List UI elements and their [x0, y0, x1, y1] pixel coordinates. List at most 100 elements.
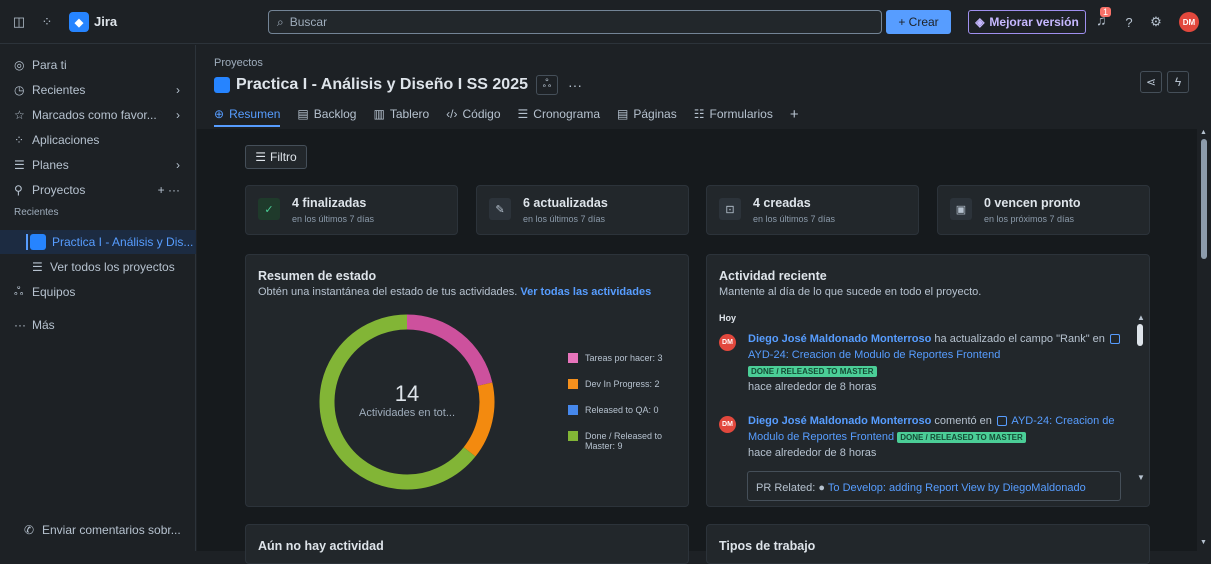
sidebar-item-planes[interactable]: ☰ Planes › [0, 153, 196, 177]
code-icon: ‹/› [446, 107, 458, 121]
project-icon [30, 234, 46, 250]
stat-card-creadas[interactable]: ⊡ 4 creadas en los últimos 7 días [706, 185, 919, 235]
view-all-link[interactable]: Ver todas las actividades [520, 286, 651, 298]
stat-card-finalizadas[interactable]: ✓ 4 finalizadas en los últimos 7 días [245, 185, 458, 235]
tab-tablero[interactable]: ▥ Tablero [373, 107, 429, 121]
sidebar-item-label: Marcados como favor... [32, 108, 157, 122]
legend-item[interactable]: Tareas por hacer: 3 [568, 353, 663, 363]
activity-user[interactable]: Diego José Maldonado Monterroso [748, 333, 931, 345]
sidebar-item-equipos[interactable]: ஃ Equipos [0, 280, 196, 304]
forms-icon: ☷ [693, 107, 705, 121]
add-tab-button[interactable]: + [790, 106, 799, 123]
scroll-up-icon[interactable]: ▲ [1137, 313, 1145, 322]
legend-swatch [568, 353, 578, 363]
activity-scrollbar[interactable]: ▲ ▼ [1137, 313, 1145, 493]
backlog-icon: ▤ [297, 107, 309, 121]
main-scrollbar[interactable]: ▲ ▼ [1197, 129, 1211, 551]
tab-backlog[interactable]: ▤ Backlog [297, 107, 356, 121]
tab-resumen[interactable]: ⊕ Resumen [214, 107, 280, 121]
team-icon[interactable]: ஃ [536, 75, 558, 95]
search-input[interactable]: ⌕ Buscar [268, 10, 882, 34]
app-name[interactable]: Jira [94, 14, 117, 29]
sidebar-item-aplicaciones[interactable]: ⁘ Aplicaciones [0, 128, 196, 152]
tab-codigo[interactable]: ‹/› Código [446, 107, 500, 121]
github-icon: ● [818, 482, 826, 494]
feedback-button[interactable]: ✆ Enviar comentarios sobr... [0, 518, 196, 542]
task-icon [996, 416, 1007, 427]
sidebar-item-label: Recientes [32, 83, 86, 97]
plus-icon: + [789, 105, 799, 123]
tab-label: Backlog [313, 107, 357, 121]
sidebar-toggle-icon[interactable]: ◫ [10, 13, 28, 31]
work-types-card: Tipos de trabajo [706, 524, 1150, 564]
upgrade-button[interactable]: ◈ Mejorar versión [968, 10, 1086, 34]
pr-link[interactable]: To Develop: adding Report View by DiegoM… [828, 482, 1086, 494]
main-scroll-thumb[interactable] [1201, 139, 1207, 259]
stat-title: 6 actualizadas [523, 196, 608, 210]
scroll-down-icon[interactable]: ▼ [1137, 473, 1145, 482]
filter-button[interactable]: ☰ Filtro [245, 145, 307, 169]
stat-card-actualizadas[interactable]: ✎ 6 actualizadas en los últimos 7 días [476, 185, 689, 235]
activity-body: Diego José Maldonado Monterroso ha actua… [748, 331, 1128, 395]
legend-item[interactable]: Dev In Progress: 2 [568, 379, 660, 389]
tab-formularios[interactable]: ☷ Formularios [694, 107, 773, 121]
scroll-down-icon[interactable]: ▼ [1200, 539, 1207, 546]
activity-body: Diego José Maldonado Monterroso comentó … [748, 413, 1128, 461]
megaphone-icon: ✆ [24, 523, 35, 537]
help-icon[interactable]: ? [1120, 13, 1138, 31]
page-title-row: Practica I - Análisis y Diseño I SS 2025… [214, 75, 582, 95]
more-icon[interactable]: ··· [568, 77, 582, 93]
sidebar-item-proyectos[interactable]: ⚲ Proyectos + ··· [0, 178, 196, 202]
activity-user[interactable]: Diego José Maldonado Monterroso [748, 415, 931, 427]
pr-label: PR Related: [756, 482, 816, 494]
settings-icon[interactable]: ⚙ [1147, 13, 1165, 31]
sidebar-item-para-ti[interactable]: ◎ Para ti [0, 53, 196, 77]
avatar[interactable]: DM [719, 416, 736, 433]
donut-center: 14 Actividades en tot... [332, 381, 482, 419]
scroll-up-icon[interactable]: ▲ [1200, 129, 1207, 136]
more-actions-icon[interactable]: + ··· [158, 183, 180, 197]
share-icon[interactable]: ⋖ [1140, 71, 1162, 93]
sidebar-item-marcados[interactable]: ☆ Marcados como favor... › [0, 103, 196, 127]
breadcrumb[interactable]: Proyectos [214, 57, 263, 69]
activity-issue-link[interactable]: AYD-24: Creacion de Modulo de Reportes F… [748, 349, 1000, 361]
legend-label: Tareas por hacer: 3 [585, 353, 663, 363]
app-switcher-icon[interactable]: ⁘ [38, 13, 56, 31]
sidebar-item-mas[interactable]: ··· Más [0, 313, 196, 337]
legend-label: Dev In Progress: 2 [585, 379, 660, 389]
avatar[interactable]: DM [1179, 12, 1199, 32]
avatar[interactable]: DM [719, 334, 736, 351]
tab-cronograma[interactable]: ☰ Cronograma [518, 107, 600, 121]
jira-logo[interactable]: ◆ [69, 12, 89, 32]
stat-subtitle: en los últimos 7 días [292, 214, 375, 224]
stat-title: 4 finalizadas [292, 196, 367, 210]
automation-icon[interactable]: ϟ [1167, 71, 1189, 93]
stat-card-vencen[interactable]: ▣ 0 vencen pronto en los próximos 7 días [937, 185, 1150, 235]
donut-slice-tareas-por-hacer[interactable] [406, 314, 493, 387]
page-title: Practica I - Análisis y Diseño I SS 2025 [236, 76, 528, 93]
activity-time: hace alrededor de 8 horas [748, 447, 877, 459]
ellipsis-icon: ··· [14, 318, 26, 332]
tab-label: Tablero [389, 107, 430, 121]
tab-label: Formularios [709, 107, 773, 121]
timeline-icon: ☰ [517, 107, 529, 121]
pr-related-comment: PR Related: ● To Develop: adding Report … [747, 471, 1121, 501]
tab-paginas[interactable]: ▤ Páginas [617, 107, 677, 121]
edit-icon: ✎ [489, 198, 511, 220]
stat-subtitle: en los últimos 7 días [523, 214, 606, 224]
sidebar-item-ver-todos[interactable]: ☰ Ver todos los proyectos [0, 255, 196, 279]
tab-label: Cronograma [533, 107, 600, 121]
activity-time: hace alrededor de 8 horas [748, 381, 877, 393]
sidebar-item-label: Para ti [32, 58, 67, 72]
sidebar-item-current-project[interactable]: Practica I - Análisis y Dis... [0, 230, 196, 254]
sidebar-item-recientes[interactable]: ◷ Recientes › [0, 78, 196, 102]
activity-scroll-thumb[interactable] [1137, 324, 1143, 346]
create-button[interactable]: + Crear [886, 10, 951, 34]
filter-icon: ☰ [255, 150, 267, 164]
legend-item[interactable]: Released to QA: 0 [568, 405, 659, 415]
task-icon [1109, 334, 1120, 345]
activity-action: ha actualizado el campo "Rank" en [934, 333, 1105, 345]
legend-item[interactable]: Done / Released to Master: 9 [568, 431, 678, 451]
activity-action: comentó en [934, 415, 992, 427]
list-icon: ☰ [32, 260, 43, 274]
